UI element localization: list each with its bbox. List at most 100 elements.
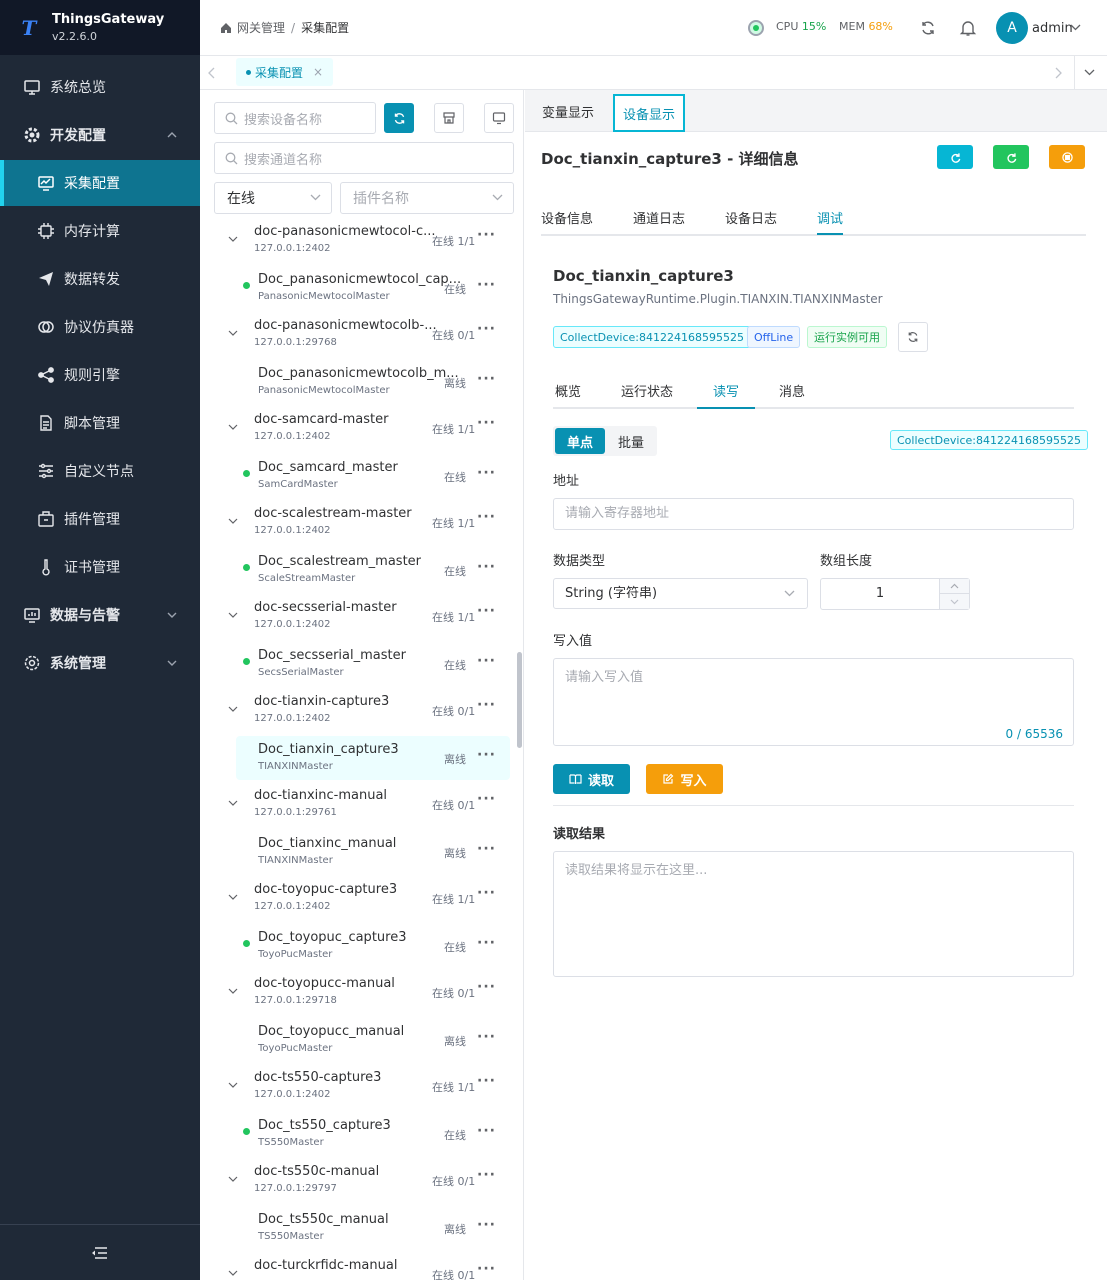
more-icon[interactable]: ··· xyxy=(477,415,496,431)
more-icon[interactable]: ··· xyxy=(477,841,496,857)
mode-single[interactable]: 单点 xyxy=(555,428,605,454)
more-icon[interactable]: ··· xyxy=(477,1123,496,1139)
more-icon[interactable]: ··· xyxy=(477,1073,496,1089)
chevron-down-icon[interactable] xyxy=(228,610,238,620)
more-icon[interactable]: ··· xyxy=(477,791,496,807)
array-length-input[interactable]: 1 xyxy=(820,578,970,610)
channel-node[interactable]: doc-tianxin-capture3 127.0.0.1:2402 在线 0/1… xyxy=(200,693,523,737)
data-type-select[interactable]: String (字符串) xyxy=(553,578,808,609)
tab-collect-config[interactable]: 采集配置 × xyxy=(236,58,334,86)
sidebar-item-plugins[interactable]: 插件管理 xyxy=(0,496,200,542)
more-icon[interactable]: ··· xyxy=(477,559,496,575)
chevron-down-icon[interactable] xyxy=(228,422,238,432)
tab-read-write[interactable]: 读写 xyxy=(696,381,756,409)
subtab-device-log[interactable]: 设备日志 xyxy=(725,208,777,227)
subtab-debug[interactable]: 调试 xyxy=(817,208,844,235)
more-icon[interactable]: ··· xyxy=(477,935,496,951)
subtab-channel-log[interactable]: 通道日志 xyxy=(633,208,685,227)
search-device-input[interactable]: 搜索设备名称 xyxy=(214,102,376,134)
chevron-down-icon[interactable] xyxy=(228,328,238,338)
more-icon[interactable]: ··· xyxy=(477,653,496,669)
read-result-textarea[interactable]: 读取结果将显示在这里... xyxy=(553,851,1074,977)
sidebar-item-dev-config[interactable]: 开发配置 xyxy=(0,112,200,158)
sidebar-item-memory-calc[interactable]: 内存计算 xyxy=(0,208,200,254)
increment-button[interactable] xyxy=(939,579,969,594)
more-icon[interactable]: ··· xyxy=(477,227,496,243)
refresh-device-button[interactable] xyxy=(898,322,928,352)
chevron-down-icon[interactable] xyxy=(228,234,238,244)
close-icon[interactable]: × xyxy=(313,65,323,79)
more-icon[interactable]: ··· xyxy=(477,603,496,619)
device-node[interactable]: Doc_panasonicmewtocolb_m... PanasonicMewt… xyxy=(200,360,523,404)
tab-run-status[interactable]: 运行状态 xyxy=(621,381,673,400)
more-icon[interactable]: ··· xyxy=(477,1217,496,1233)
channel-node[interactable]: doc-toyopuc-capture3 127.0.0.1:2402 在线 1/1… xyxy=(200,881,523,925)
breadcrumb-gateway[interactable]: 网关管理 xyxy=(237,19,285,36)
device-node[interactable]: Doc_panasonicmewtocol_cap... PanasonicMew… xyxy=(200,266,523,310)
sidebar-item-rules[interactable]: 规则引擎 xyxy=(0,352,200,398)
more-icon[interactable]: ··· xyxy=(477,1167,496,1183)
tab-devices[interactable]: 设备显示 xyxy=(613,94,685,132)
more-icon[interactable]: ··· xyxy=(477,747,496,763)
decrement-button[interactable] xyxy=(939,594,969,609)
channel-node[interactable]: doc-panasonicmewtocolb-... 127.0.0.1:2976… xyxy=(200,317,523,361)
sidebar-item-scripts[interactable]: 脚本管理 xyxy=(0,400,200,446)
sidebar-item-certs[interactable]: 证书管理 xyxy=(0,544,200,590)
channel-node[interactable]: doc-ts550-capture3 127.0.0.1:2402 在线 1/1 ··… xyxy=(200,1069,523,1113)
channel-node[interactable]: doc-turckrfidc-manual 在线 0/1 ··· xyxy=(200,1257,523,1280)
more-icon[interactable]: ··· xyxy=(477,277,496,293)
more-icon[interactable]: ··· xyxy=(477,371,496,387)
add-channel-button[interactable] xyxy=(434,103,464,133)
more-icon[interactable]: ··· xyxy=(477,1029,496,1045)
chevron-down-icon[interactable] xyxy=(228,986,238,996)
sidebar-item-simulator[interactable]: 协议仿真器 xyxy=(0,304,200,350)
tree-scrollbar[interactable] xyxy=(517,652,522,748)
stop-button[interactable] xyxy=(1049,145,1085,169)
tab-messages[interactable]: 消息 xyxy=(779,381,805,400)
mode-batch[interactable]: 批量 xyxy=(605,426,657,456)
bell-icon[interactable] xyxy=(959,19,977,37)
chevron-down-icon[interactable] xyxy=(228,1080,238,1090)
device-node[interactable]: Doc_tianxin_capture3 TIANXINMaster 离线 ··· xyxy=(236,736,510,780)
chevron-down-icon[interactable] xyxy=(1070,24,1081,32)
channel-node[interactable]: doc-ts550c-manual 127.0.0.1:29797 在线 0/1 ··… xyxy=(200,1163,523,1207)
channel-node[interactable]: doc-panasonicmewtocol-c... 127.0.0.1:2402… xyxy=(200,223,523,267)
chevron-down-icon[interactable] xyxy=(228,798,238,808)
chevron-down-icon[interactable] xyxy=(228,1268,238,1278)
avatar[interactable]: A xyxy=(996,12,1028,44)
device-node[interactable]: Doc_ts550c_manual TS550Master 离线 ··· xyxy=(200,1206,523,1250)
more-icon[interactable]: ··· xyxy=(477,321,496,337)
tab-overview[interactable]: 概览 xyxy=(555,381,581,400)
channel-node[interactable]: doc-toyopucc-manual 127.0.0.1:29718 在线 0/1… xyxy=(200,975,523,1019)
refresh-button[interactable] xyxy=(937,145,973,169)
chevron-down-icon[interactable] xyxy=(228,516,238,526)
more-icon[interactable]: ··· xyxy=(477,1261,496,1277)
plugin-select[interactable]: 插件名称 xyxy=(340,182,514,214)
channel-node[interactable]: doc-secsserial-master 127.0.0.1:2402 在线 1/… xyxy=(200,599,523,643)
read-button[interactable]: 读取 xyxy=(553,764,630,794)
sidebar-item-custom-node[interactable]: 自定义节点 xyxy=(0,448,200,494)
chevron-left-icon[interactable] xyxy=(208,67,216,79)
user-name[interactable]: admin xyxy=(1032,21,1073,36)
sidebar-item-data-alarm[interactable]: 数据与告警 xyxy=(0,592,200,638)
channel-node[interactable]: doc-scalestream-master 127.0.0.1:2402 在线 1… xyxy=(200,505,523,549)
search-channel-input[interactable]: 搜索通道名称 xyxy=(214,142,514,174)
device-node[interactable]: Doc_samcard_master SamCardMaster 在线 ··· xyxy=(200,454,523,498)
device-node[interactable]: Doc_secsserial_master SecsSerialMaster 在线 ·… xyxy=(200,642,523,686)
more-icon[interactable]: ··· xyxy=(477,465,496,481)
sidebar-item-system[interactable]: 系统管理 xyxy=(0,640,200,686)
tab-variables[interactable]: 变量显示 xyxy=(525,90,611,132)
chevron-right-icon[interactable] xyxy=(1054,67,1062,79)
device-node[interactable]: Doc_tianxinc_manual TIANXINMaster 离线 ··· xyxy=(200,830,523,874)
device-node[interactable]: Doc_ts550_capture3 TS550Master 在线 ··· xyxy=(200,1112,523,1156)
device-node[interactable]: Doc_toyopucc_manual ToyoPucMaster 离线 ··· xyxy=(200,1018,523,1062)
more-icon[interactable]: ··· xyxy=(477,697,496,713)
channel-node[interactable]: doc-samcard-master 127.0.0.1:2402 在线 1/1 ··… xyxy=(200,411,523,455)
more-icon[interactable]: ··· xyxy=(477,885,496,901)
chevron-down-icon[interactable] xyxy=(228,892,238,902)
restart-button[interactable] xyxy=(993,145,1029,169)
write-button[interactable]: 写入 xyxy=(646,764,723,794)
sidebar-item-collect-config[interactable]: 采集配置 xyxy=(0,160,200,206)
sidebar-collapse-button[interactable] xyxy=(0,1224,200,1280)
chevron-down-icon[interactable] xyxy=(228,704,238,714)
